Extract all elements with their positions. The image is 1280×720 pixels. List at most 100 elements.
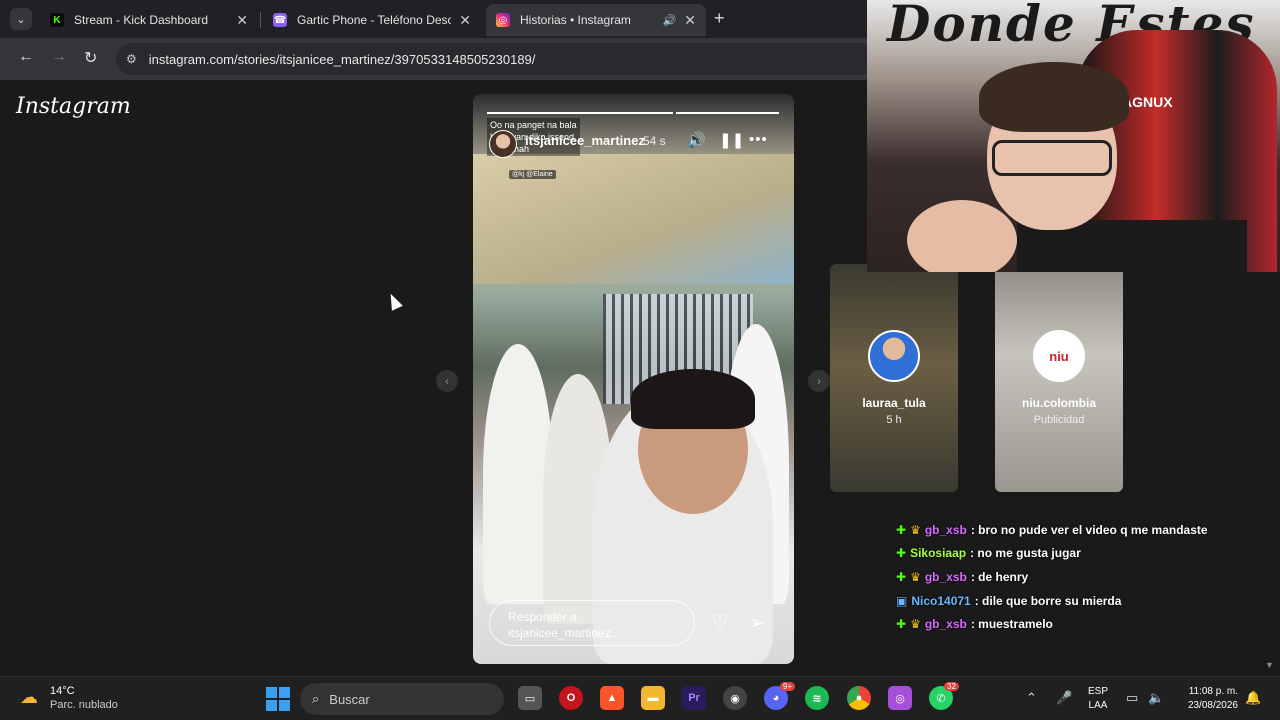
chat-username: Nico14071 — [911, 593, 971, 608]
chat-text: : no me gusta jugar — [970, 546, 1081, 561]
story-username[interactable]: itsjanicee_martinez — [525, 133, 645, 148]
tab-title: Gartic Phone - Teléfono Descon — [297, 13, 452, 27]
story-progress-bar — [487, 112, 779, 114]
story-avatar[interactable] — [489, 130, 517, 158]
tab-separator — [260, 12, 261, 28]
reload-icon[interactable]: ↻ — [84, 48, 97, 68]
network-icon[interactable]: ▭ — [1126, 690, 1138, 706]
search-label: Buscar — [329, 691, 370, 707]
heart-icon[interactable]: ♡ — [711, 610, 729, 635]
previous-story-arrow-icon[interactable]: ‹ — [436, 370, 458, 392]
show-hidden-icons-chevron-icon[interactable]: ⌃ — [1026, 690, 1037, 706]
instagram-logo[interactable]: Instagram — [16, 94, 131, 119]
volume-tray-icon[interactable]: 🔈 — [1148, 690, 1164, 706]
story-viewer[interactable]: Oo na panget na bala H... dyan-diko isse… — [473, 94, 794, 664]
chat-badge-icon: ▣ — [896, 593, 908, 608]
tab-close-icon[interactable]: ✕ — [459, 12, 471, 29]
streamer-glasses — [992, 140, 1112, 176]
task-view-icon[interactable]: ▭ — [518, 686, 542, 710]
chat-message: ▣ Nico14071 : dile que borre su mierda — [896, 589, 1280, 613]
chat-badge-icon: ✚ — [896, 546, 907, 561]
weather-temperature[interactable]: 14°C — [50, 685, 75, 697]
chat-message: ✚ ♛ gb_xsb : muestramelo — [896, 612, 1280, 636]
notifications-icon[interactable]: 🔔 — [1245, 690, 1261, 706]
taskbar-clock[interactable]: 11:08 p. m. 23/08/2026 — [1176, 685, 1238, 713]
tab-kick-dashboard[interactable]: K Stream - Kick Dashboard ✕ — [40, 4, 258, 36]
webcam-overlay: Donde Estes AGNUX — [867, 0, 1280, 272]
tab-close-icon[interactable]: ✕ — [236, 12, 248, 29]
chair-brand-label: AGNUX — [1122, 94, 1173, 110]
gartic-phone-icon: ☎ — [273, 13, 287, 27]
address-bar[interactable]: ⚙ instagram.com/stories/itsjanicee_marti… — [116, 43, 876, 75]
chat-username: gb_xsb — [924, 569, 967, 584]
scroll-down-arrow-icon[interactable]: ▼ — [1265, 660, 1274, 670]
subscriber-badge-icon: ♛ — [910, 522, 921, 537]
chrome-icon[interactable]: ● — [847, 686, 871, 710]
whatsapp-notification-badge: 32 — [944, 682, 959, 691]
side-story-name: niu.colombia — [1021, 396, 1096, 410]
subscriber-badge-icon: ♛ — [910, 569, 921, 584]
kick-icon: K — [50, 13, 64, 27]
instagram-app-icon[interactable]: ◎ — [888, 686, 912, 710]
speaker-icon[interactable]: 🔊 — [663, 14, 677, 27]
url-text[interactable]: instagram.com/stories/itsjanicee_martine… — [149, 52, 536, 67]
forward-arrow-icon[interactable]: → — [51, 48, 67, 66]
tab-search-button[interactable]: ⌄ — [10, 8, 32, 30]
side-story-lauraa-tula[interactable]: lauraa_tula 5 h — [830, 264, 958, 492]
discord-notification-badge: 9+ — [780, 682, 796, 691]
pause-icon[interactable]: ❚❚ — [719, 131, 744, 149]
obs-icon[interactable]: ◉ — [723, 686, 747, 710]
niu-logo-icon: niu — [1033, 330, 1085, 382]
chat-badge-icon: ✚ — [896, 522, 907, 537]
premiere-pro-icon[interactable]: Pr — [682, 686, 706, 710]
weather-cloud-sun-icon[interactable]: ☁ — [20, 687, 38, 708]
side-story-time: 5 h — [886, 414, 902, 426]
streamer-hand — [907, 200, 1017, 272]
mention-sticker[interactable]: @kj @Elaine — [509, 170, 556, 179]
search-icon: ⌕ — [312, 691, 320, 706]
spotify-icon[interactable]: ≋ — [805, 686, 829, 710]
tab-title: Historias • Instagram — [520, 13, 631, 27]
side-story-name: lauraa_tula — [862, 396, 926, 410]
volume-icon[interactable]: 🔊 — [687, 131, 706, 149]
chat-message: ✚ ♛ gb_xsb : de henry — [896, 565, 1280, 589]
new-tab-button[interactable]: + — [714, 8, 725, 29]
brave-icon[interactable]: ▲ — [600, 686, 624, 710]
site-settings-icon[interactable]: ⚙ — [126, 52, 137, 66]
tab-close-icon[interactable]: ✕ — [684, 12, 696, 29]
next-story-arrow-icon[interactable]: › — [808, 370, 830, 392]
chat-badge-icon: ✚ — [896, 617, 907, 632]
windows-start-icon[interactable] — [266, 687, 290, 711]
story-image-hair — [631, 369, 755, 429]
chat-message: ✚ Sikosiaap : no me gusta jugar — [896, 542, 1280, 566]
chat-text: : bro no pude ver el video q me mandaste — [970, 522, 1208, 537]
subscriber-badge-icon: ♛ — [910, 617, 921, 632]
chat-username: gb_xsb — [924, 522, 967, 537]
instagram-icon: ◎ — [496, 13, 510, 27]
chat-text: : de henry — [970, 569, 1029, 584]
microphone-icon[interactable]: 🎤 — [1056, 690, 1072, 706]
stream-chat-overlay: ✚ ♛ gb_xsb : bro no pude ver el video q m… — [896, 518, 1280, 636]
chat-text: : muestramelo — [970, 617, 1053, 632]
send-icon[interactable]: ➢ — [749, 610, 766, 635]
chat-username: Sikosiaap — [910, 546, 967, 561]
reply-input[interactable]: Responder a itsjanicee_martinez... — [489, 600, 695, 646]
chat-badge-icon: ✚ — [896, 569, 907, 584]
file-explorer-icon[interactable]: ▬ — [641, 686, 665, 710]
opera-icon[interactable]: O — [559, 686, 583, 710]
side-story-sponsored: Publicidad — [1033, 414, 1085, 426]
chat-text: : dile que borre su mierda — [974, 593, 1122, 608]
language-indicator[interactable]: ESP LAA — [1088, 685, 1108, 713]
side-story-avatar — [868, 330, 920, 382]
chat-message: ✚ ♛ gb_xsb : bro no pude ver el video q m… — [896, 518, 1280, 542]
weather-description[interactable]: Parc. nublado — [50, 699, 118, 711]
tab-gartic-phone[interactable]: ☎ Gartic Phone - Teléfono Descon ✕ — [263, 4, 481, 36]
story-timestamp: 54 s — [643, 134, 666, 148]
more-options-icon[interactable]: ••• — [749, 131, 768, 148]
streamer-hair — [979, 62, 1129, 132]
chat-username: gb_xsb — [924, 617, 967, 632]
taskbar-search[interactable]: ⌕ Buscar — [300, 683, 504, 715]
tab-instagram-stories[interactable]: ◎ Historias • Instagram 🔊 ✕ — [486, 4, 706, 36]
side-story-niu-colombia[interactable]: niu niu.colombia Publicidad — [995, 264, 1123, 492]
back-arrow-icon[interactable]: ← — [18, 48, 34, 66]
